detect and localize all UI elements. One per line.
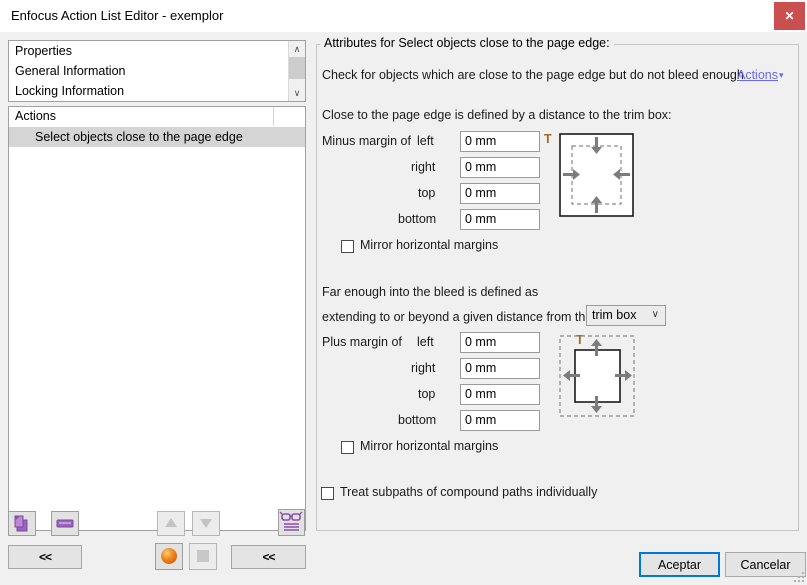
collapse-left-button[interactable]: << <box>8 545 82 569</box>
plus-right-input[interactable]: 0 mm <box>460 358 540 379</box>
list-item[interactable]: General Information <box>9 61 305 81</box>
preview-button[interactable] <box>278 509 305 536</box>
dialog-window: Enfocus Action List Editor - exemplor ✕ … <box>0 0 807 585</box>
column-divider[interactable] <box>273 107 274 126</box>
add-action-icon <box>14 515 28 532</box>
actions-list-row-label: Select objects close to the page edge <box>35 130 243 144</box>
minus-right-input[interactable]: 0 mm <box>460 157 540 178</box>
actions-column-header: Actions <box>15 109 56 123</box>
minus-right-label: right <box>411 160 436 174</box>
gray-square-icon <box>197 550 209 562</box>
window-title: Enfocus Action List Editor - exemplor <box>11 8 224 23</box>
minus-top-input[interactable]: 0 mm <box>460 183 540 204</box>
chevron-down-icon: ▾ <box>779 70 784 80</box>
box-type-select[interactable]: trim box ∨ <box>586 305 666 326</box>
bleed-section-subheading: extending to or beyond a given distance … <box>322 310 593 324</box>
resize-grip[interactable] <box>794 572 804 582</box>
close-section-heading: Close to the page edge is defined by a d… <box>322 108 672 122</box>
minus-margin-diagram <box>559 133 634 217</box>
dialog-client-area: Properties General Information Locking I… <box>0 32 807 585</box>
bleed-section-heading: Far enough into the bleed is defined as <box>322 285 539 299</box>
minus-left-label: left <box>417 134 434 148</box>
actions-list-row[interactable]: Select objects close to the page edge <box>9 128 305 147</box>
square-button[interactable] <box>189 543 217 570</box>
minus-bottom-input[interactable]: 0 mm <box>460 209 540 230</box>
plus-left-label: left <box>417 335 434 349</box>
close-icon: ✕ <box>784 9 795 23</box>
add-action-button[interactable] <box>8 511 36 536</box>
scroll-up-icon[interactable]: ∧ <box>289 41 305 57</box>
sphere-button[interactable] <box>155 543 183 570</box>
list-item[interactable]: Locking Information <box>9 81 305 101</box>
mirror-horizontal-margins-plus-checkbox[interactable] <box>341 441 354 454</box>
scroll-down-icon[interactable]: ∨ <box>289 85 305 101</box>
plus-bottom-input[interactable]: 0 mm <box>460 410 540 431</box>
remove-action-button[interactable] <box>51 511 79 536</box>
mirror-horizontal-margins-minus-label: Mirror horizontal margins <box>360 238 499 252</box>
box-type-select-value: trim box <box>592 308 637 322</box>
mirror-horizontal-margins-minus-checkbox[interactable] <box>341 240 354 253</box>
minus-diagram-marker: T <box>544 132 552 146</box>
list-item[interactable]: Properties <box>9 41 305 61</box>
actions-list-header: Actions <box>9 107 305 128</box>
properties-list-scrollbar[interactable]: ∧ ∨ <box>288 41 305 101</box>
mirror-horizontal-margins-plus-label: Mirror horizontal margins <box>360 439 499 453</box>
minus-left-input[interactable]: 0 mm <box>460 131 540 152</box>
plus-bottom-label: bottom <box>398 413 437 427</box>
actions-dropdown-link-label: Actions <box>737 68 778 82</box>
properties-list[interactable]: Properties General Information Locking I… <box>8 40 306 102</box>
attributes-description: Check for objects which are close to the… <box>322 68 744 82</box>
treat-subpaths-checkbox[interactable] <box>321 487 334 500</box>
actions-list[interactable]: Actions Select objects close to the page… <box>8 106 306 531</box>
move-down-icon <box>200 519 212 528</box>
minus-bottom-label: bottom <box>398 212 437 226</box>
chevron-down-icon: ∨ <box>651 309 659 320</box>
title-bar: Enfocus Action List Editor - exemplor ✕ <box>0 0 807 33</box>
plus-margin-diagram <box>559 335 635 417</box>
minus-top-label: top <box>418 186 436 200</box>
glasses-preview-icon <box>279 511 303 531</box>
plus-top-label: top <box>418 387 436 401</box>
move-down-button[interactable] <box>192 511 220 536</box>
minus-margin-group-label: Minus margin of <box>322 134 411 148</box>
move-up-icon <box>165 518 177 527</box>
remove-action-icon <box>56 519 74 528</box>
plus-right-label: right <box>411 361 436 375</box>
orange-sphere-icon <box>161 548 177 564</box>
plus-margin-group-label: Plus margin of <box>322 335 402 349</box>
accept-button[interactable]: Aceptar <box>639 552 720 577</box>
treat-subpaths-label: Treat subpaths of compound paths individ… <box>340 485 598 499</box>
plus-left-input[interactable]: 0 mm <box>460 332 540 353</box>
attributes-group-title: Attributes for Select objects close to t… <box>320 36 614 50</box>
scrollbar-thumb[interactable] <box>289 57 305 79</box>
collapse-right-button[interactable]: << <box>231 545 306 569</box>
actions-dropdown-link[interactable]: Actions▾ <box>737 68 784 82</box>
close-button[interactable]: ✕ <box>774 2 805 30</box>
plus-top-input[interactable]: 0 mm <box>460 384 540 405</box>
move-up-button[interactable] <box>157 511 185 536</box>
